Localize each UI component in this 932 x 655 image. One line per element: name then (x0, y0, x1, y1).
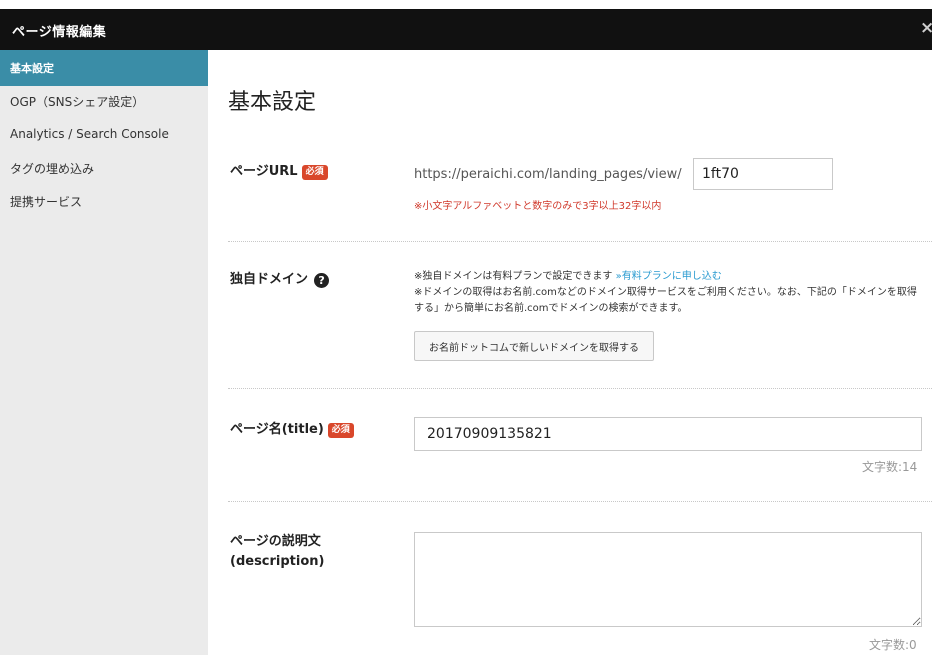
divider (228, 388, 932, 389)
description-textarea[interactable] (414, 532, 922, 627)
required-badge: 必須 (301, 165, 328, 180)
domain-info: ※独自ドメインは有料プランで設定できます »有料プランに申し込む ※ドメインの取… (414, 269, 926, 317)
divider (228, 501, 932, 502)
url-prefix: https://peraichi.com/landing_pages/view/ (414, 167, 682, 182)
sidebar-item-basic-settings[interactable]: 基本設定 (0, 50, 208, 86)
page-url-label: ページURL (230, 164, 298, 179)
sidebar-item-label: 提携サービス (10, 194, 83, 209)
page-title-label: ページ名(title) (230, 422, 324, 437)
domain-info-line2: ※ドメインの取得はお名前.comなどのドメイン取得サービスをご利用ください。なお… (414, 287, 917, 314)
title-char-count: 文字数:14 (862, 460, 918, 474)
required-badge: 必須 (327, 423, 354, 438)
get-domain-button[interactable]: お名前ドットコムで新しいドメインを取得する (414, 331, 654, 361)
description-char-count: 文字数:0 (869, 638, 917, 652)
divider (228, 241, 932, 242)
description-label-line2: (description) (230, 554, 325, 569)
window-titlebar: ページ情報編集 × (0, 9, 932, 50)
description-label-line1: ページの説明文 (230, 534, 321, 549)
url-validation-note: ※小文字アルファベットと数字のみで3字以上32字以内 (414, 201, 662, 212)
sidebar-item-label: 基本設定 (10, 62, 54, 75)
top-strip (0, 0, 932, 9)
sidebar-item-partner-services[interactable]: 提携サービス (0, 185, 208, 217)
sidebar-item-analytics[interactable]: Analytics / Search Console (0, 118, 208, 150)
sidebar-item-label: タグの埋め込み (10, 161, 95, 176)
page-title-label-row: ページ名(title) 必須 (230, 420, 354, 440)
page-url-label-row: ページURL 必須 (230, 162, 328, 182)
sidebar-item-label: Analytics / Search Console (10, 127, 169, 141)
sidebar: 基本設定 OGP（SNSシェア設定） Analytics / Search Co… (0, 50, 208, 655)
sidebar-item-tag-embed[interactable]: タグの埋め込み (0, 152, 208, 184)
domain-label-row: 独自ドメイン? (230, 270, 330, 290)
page-url-input[interactable] (693, 158, 833, 190)
page-title: 基本設定 (228, 90, 317, 115)
sidebar-item-label: OGP（SNSシェア設定） (10, 94, 145, 109)
close-icon[interactable]: × (920, 18, 932, 38)
paid-plan-link[interactable]: »有料プランに申し込む (616, 271, 722, 282)
sidebar-item-ogp[interactable]: OGP（SNSシェア設定） (0, 85, 208, 117)
question-circle-icon[interactable]: ? (314, 273, 330, 288)
domain-info-line1: ※独自ドメインは有料プランで設定できます (414, 271, 613, 282)
domain-label: 独自ドメイン (230, 272, 309, 287)
page-title-input[interactable] (414, 417, 922, 451)
window-title: ページ情報編集 (12, 25, 107, 40)
main-panel: 基本設定 ページURL 必須 https://peraichi.com/landi… (208, 50, 932, 655)
description-label: ページの説明文 (description) (230, 532, 324, 572)
